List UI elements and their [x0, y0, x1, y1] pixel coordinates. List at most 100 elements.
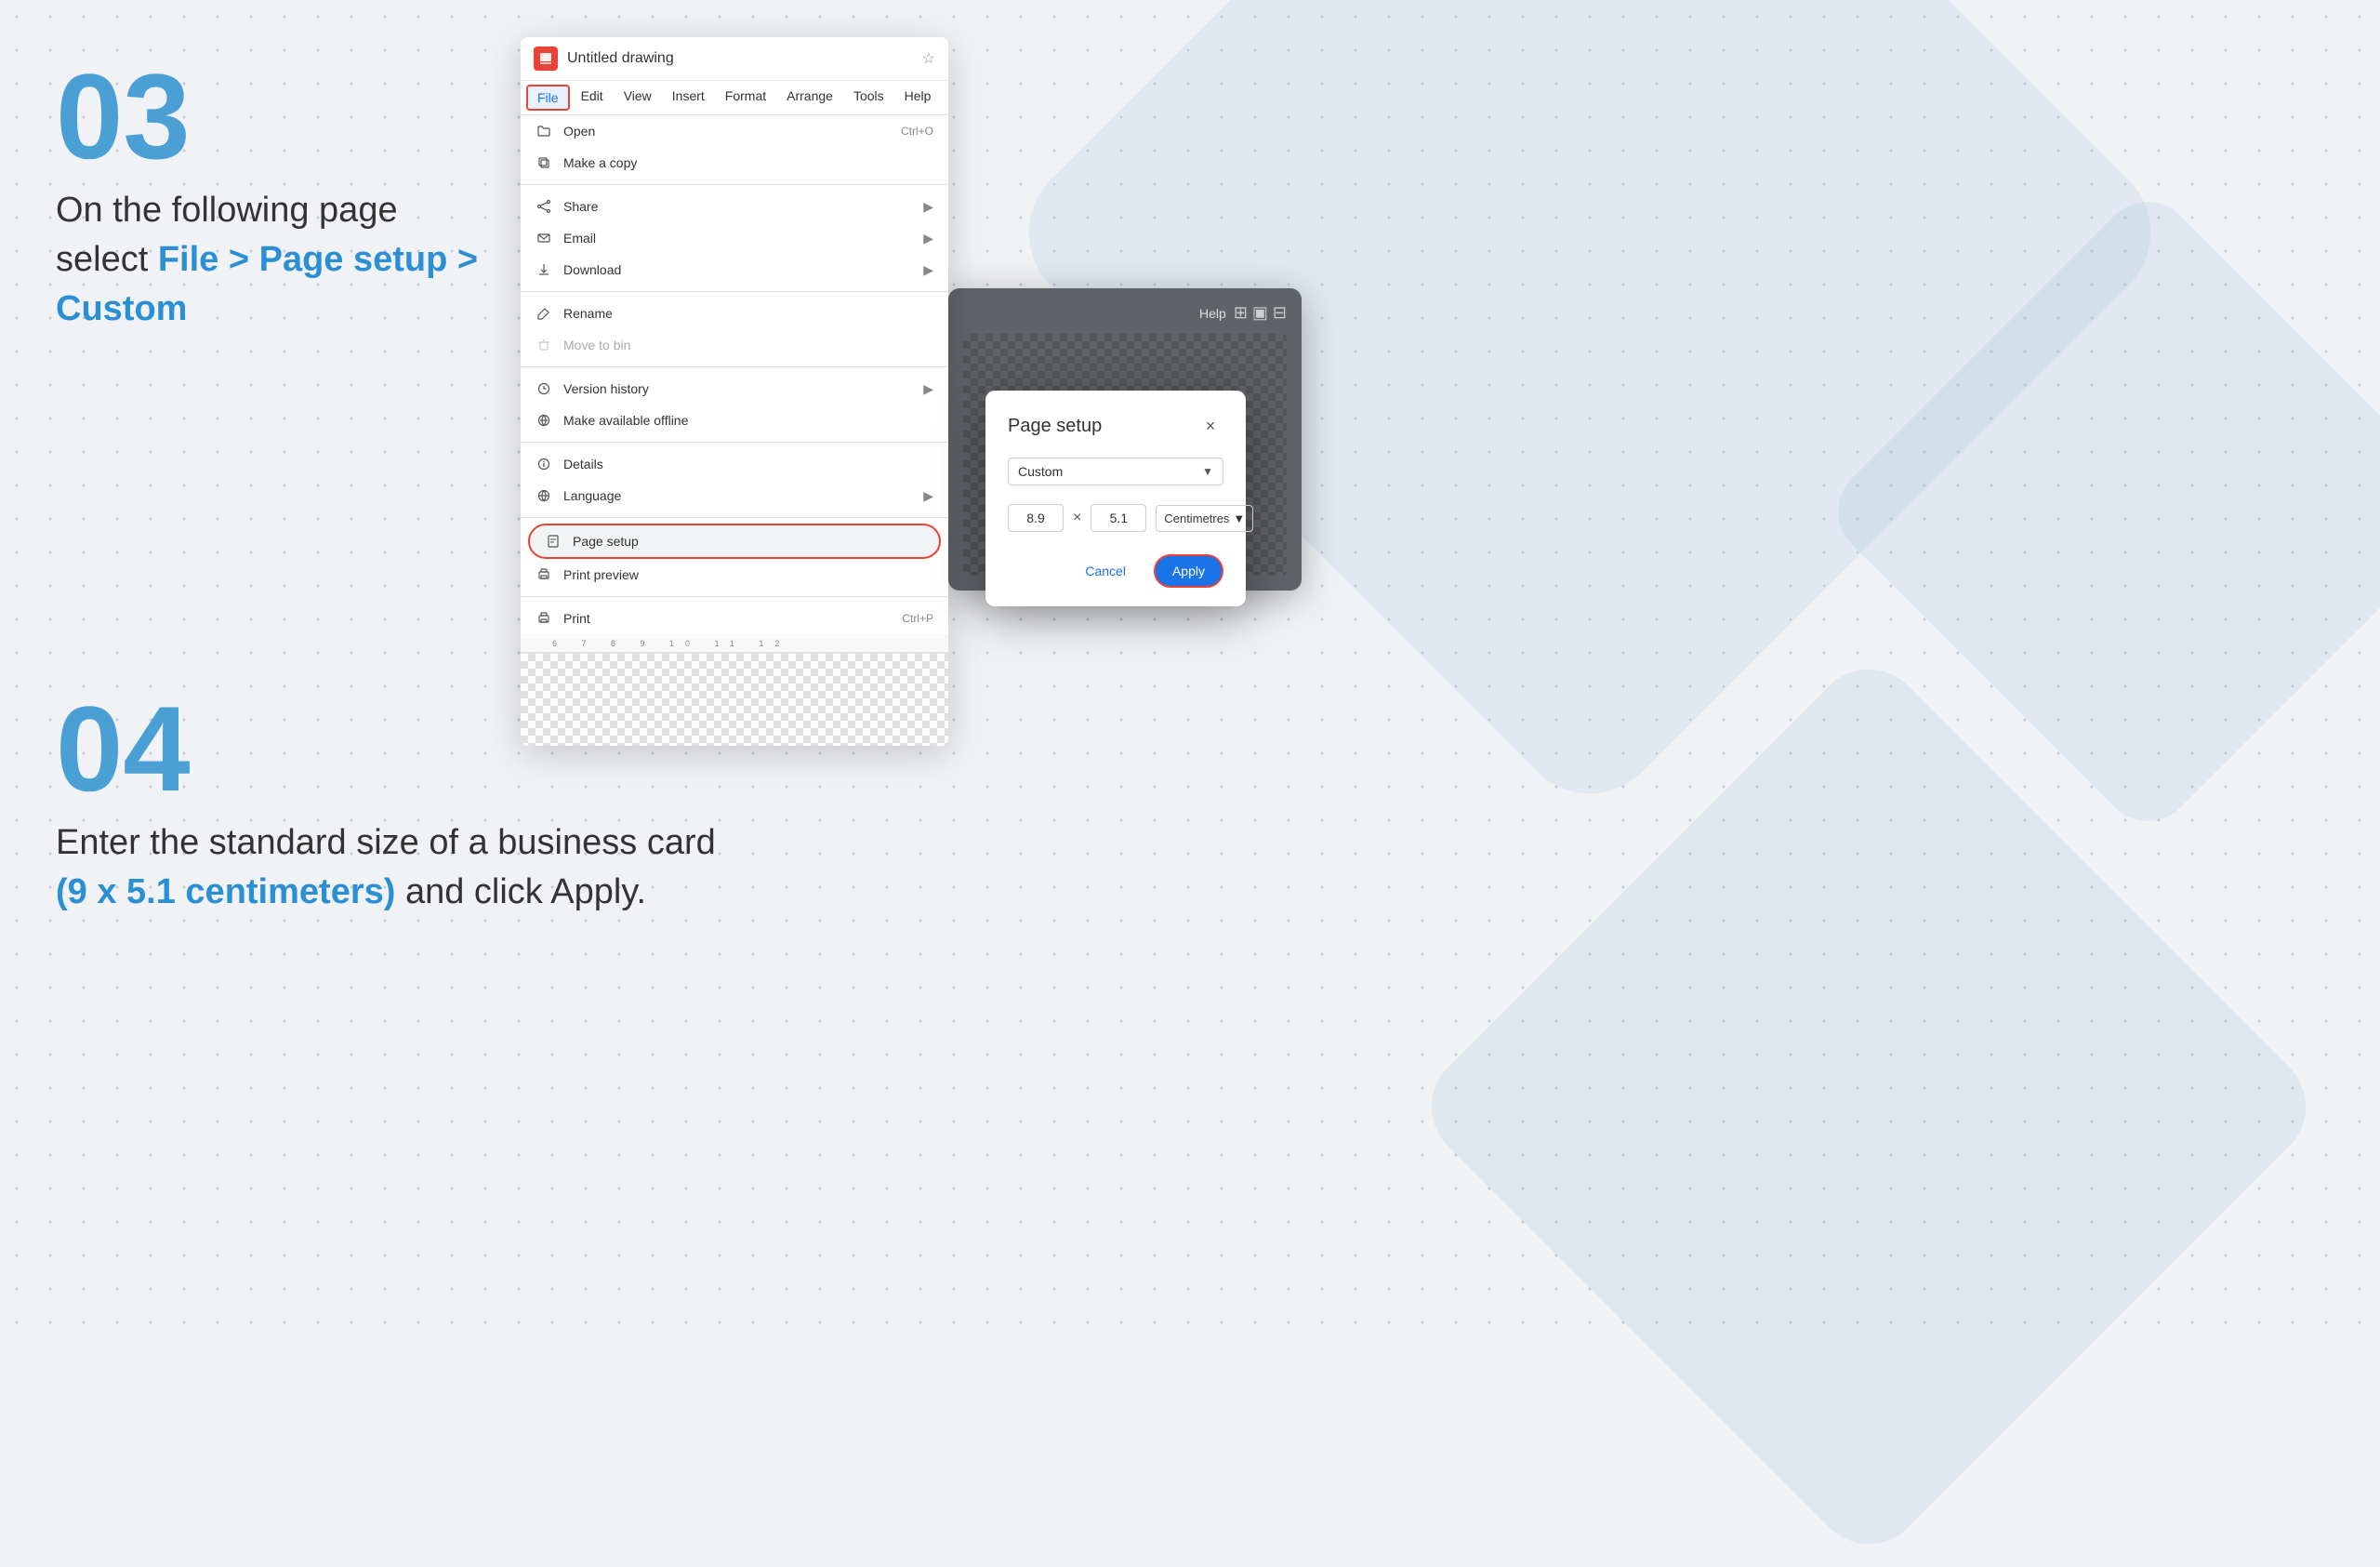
- print-label: Print: [563, 611, 891, 626]
- globe-icon: [536, 487, 552, 504]
- menu-share[interactable]: Share ▶: [521, 191, 948, 222]
- step-03-desc-line2: select: [56, 240, 158, 279]
- page-size-dropdown[interactable]: Custom ▼: [1008, 458, 1223, 485]
- sep-2: [521, 291, 948, 292]
- info-icon: [536, 456, 552, 472]
- email-arrow: ▶: [923, 231, 933, 246]
- email-icon: [536, 230, 552, 246]
- print-icon: [536, 610, 552, 627]
- menu-details[interactable]: Details: [521, 448, 948, 480]
- copy-icon: [536, 154, 552, 171]
- menu-open[interactable]: Open Ctrl+O: [521, 115, 948, 147]
- height-input[interactable]: [1091, 504, 1146, 532]
- menu-file[interactable]: File: [526, 85, 570, 111]
- dropdown-value: Custom: [1018, 464, 1063, 479]
- dimensions-row: × Centimetres ▼: [1008, 504, 1223, 532]
- print-shortcut: Ctrl+P: [902, 612, 933, 625]
- email-label: Email: [563, 231, 912, 246]
- menu-arrange[interactable]: Arrange: [777, 85, 842, 111]
- window-titlebar: Untitled drawing ☆: [521, 37, 948, 81]
- unit-arrow-icon: ▼: [1233, 511, 1245, 525]
- menu-edit[interactable]: Edit: [572, 85, 613, 111]
- download-label: Download: [563, 262, 912, 277]
- step-04-desc-line1: Enter the standard size of a business ca…: [56, 823, 716, 862]
- dialog-footer: Cancel Apply: [1008, 554, 1223, 588]
- dialog-close-button[interactable]: ×: [1197, 413, 1223, 439]
- menu-download[interactable]: Download ▶: [521, 254, 948, 286]
- offline-icon: [536, 412, 552, 429]
- step-04-text: Enter the standard size of a business ca…: [56, 818, 716, 917]
- dialog-header: Page setup ×: [1008, 413, 1223, 439]
- sep-4: [521, 442, 948, 443]
- canvas-ruler: 6 7 8 9 10 11 12: [521, 634, 948, 653]
- menu-email[interactable]: Email ▶: [521, 222, 948, 254]
- drawings-window: Untitled drawing ☆ File Edit View Insert…: [521, 37, 948, 746]
- width-input[interactable]: [1008, 504, 1064, 532]
- menu-view[interactable]: View: [615, 85, 661, 111]
- drawing-canvas: [521, 653, 948, 746]
- bin-icon: [536, 337, 552, 353]
- menu-page-setup[interactable]: Page setup: [528, 524, 941, 559]
- history-icon: [536, 380, 552, 397]
- folder-icon: [536, 123, 552, 139]
- dropdown-arrow-icon: ▼: [1202, 465, 1213, 478]
- language-label: Language: [563, 488, 912, 503]
- share-icon: [536, 198, 552, 215]
- cancel-button[interactable]: Cancel: [1068, 556, 1143, 586]
- page-setup-label: Page setup: [573, 534, 924, 549]
- share-arrow: ▶: [923, 199, 933, 215]
- sep-5: [521, 517, 948, 518]
- menu-insert[interactable]: Insert: [663, 85, 714, 111]
- bg-help-label: Help: [1199, 306, 1226, 321]
- menu-offline[interactable]: Make available offline: [521, 405, 948, 436]
- offline-label: Make available offline: [563, 413, 933, 428]
- download-arrow: ▶: [923, 262, 933, 278]
- print-preview-label: Print preview: [563, 567, 933, 582]
- window-title: Untitled drawing: [567, 50, 913, 67]
- rename-icon: [536, 305, 552, 322]
- sep-6: [521, 596, 948, 597]
- details-label: Details: [563, 457, 933, 471]
- version-history-label: Version history: [563, 381, 912, 396]
- step-03-highlight2: Custom: [56, 289, 187, 328]
- make-copy-label: Make a copy: [563, 155, 933, 170]
- menu-help[interactable]: Help: [895, 85, 941, 111]
- sep-1: [521, 184, 948, 185]
- download-icon: [536, 261, 552, 278]
- menu-version-history[interactable]: Version history ▶: [521, 373, 948, 405]
- menu-format[interactable]: Format: [716, 85, 775, 111]
- menu-move-bin[interactable]: Move to bin: [521, 329, 948, 361]
- star-icon: ☆: [922, 49, 935, 68]
- share-label: Share: [563, 199, 912, 214]
- unit-dropdown[interactable]: Centimetres ▼: [1156, 505, 1253, 532]
- step-04-desc-line2: and click Apply.: [395, 872, 646, 911]
- menu-language[interactable]: Language ▶: [521, 480, 948, 511]
- menu-rename[interactable]: Rename: [521, 298, 948, 329]
- print-preview-icon: [536, 566, 552, 583]
- menu-print-preview[interactable]: Print preview: [521, 559, 948, 591]
- step-04-highlight: (9 x 5.1 centimeters): [56, 872, 395, 911]
- menu-print[interactable]: Print Ctrl+P: [521, 603, 948, 634]
- version-history-arrow: ▶: [923, 381, 933, 397]
- sep-3: [521, 366, 948, 367]
- bg-window-menubar: Help ⊞ ▣ ⊟: [963, 303, 1287, 323]
- open-label: Open: [563, 124, 890, 139]
- close-icon: ×: [1206, 417, 1216, 436]
- menu-tools[interactable]: Tools: [844, 85, 893, 111]
- open-shortcut: Ctrl+O: [901, 125, 933, 138]
- move-bin-label: Move to bin: [563, 338, 933, 352]
- page-setup-dialog: Page setup × Custom ▼ × Centimetres ▼ Ca…: [985, 391, 1246, 606]
- cross-symbol: ×: [1073, 510, 1081, 526]
- step-03-desc-line1: On the following page: [56, 191, 398, 230]
- app-icon: [534, 46, 558, 71]
- step-03-highlight1: File > Page setup >: [158, 240, 478, 279]
- bg-icons: ⊞ ▣ ⊟: [1234, 303, 1287, 323]
- unit-value: Centimetres: [1164, 511, 1229, 525]
- file-dropdown-menu: Open Ctrl+O Make a copy Share ▶ Email ▶: [521, 115, 948, 634]
- apply-button[interactable]: Apply: [1154, 554, 1223, 588]
- menu-make-copy[interactable]: Make a copy: [521, 147, 948, 179]
- language-arrow: ▶: [923, 488, 933, 504]
- menu-bar[interactable]: File Edit View Insert Format Arrange Too…: [521, 81, 948, 115]
- page-icon: [545, 533, 562, 550]
- dialog-title: Page setup: [1008, 416, 1102, 437]
